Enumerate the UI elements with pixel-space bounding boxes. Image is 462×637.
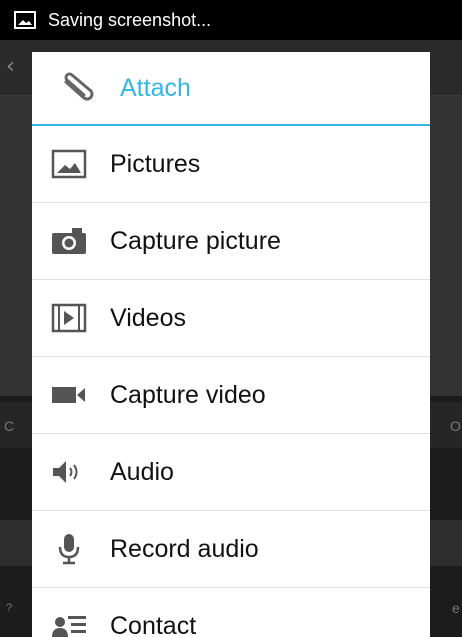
background-left-text: C [4,418,15,434]
dialog-header: Attach [32,52,430,126]
menu-item-label: Videos [110,303,186,332]
status-text: Saving screenshot... [48,9,212,30]
menu-item-audio[interactable]: Audio [32,434,430,511]
menu-item-label: Audio [110,457,174,486]
screenshot-icon [14,11,36,29]
microphone-icon [48,532,90,566]
background-right-text-2: e [452,600,460,616]
camera-icon [48,224,90,258]
menu-item-capture-picture[interactable]: Capture picture [32,203,430,280]
menu-item-label: Record audio [110,534,259,563]
background-left-text-2: ? [6,602,13,614]
status-bar: Saving screenshot... [0,0,462,40]
speaker-icon [48,455,90,489]
paperclip-icon [64,72,94,101]
dialog-title: Attach [120,73,191,102]
background-right-text: O [450,418,461,434]
menu-item-videos[interactable]: Videos [32,280,430,357]
back-chevron-icon: ‹ [6,54,15,79]
menu-item-label: Contact [110,611,197,637]
menu-item-label: Pictures [110,149,201,178]
menu-item-capture-video[interactable]: Capture video [32,357,430,434]
menu-item-label: Capture video [110,380,266,409]
video-camera-icon [48,378,90,412]
picture-icon [48,147,90,181]
menu-item-label: Capture picture [110,226,281,255]
contact-icon [48,609,90,637]
menu-item-contact[interactable]: Contact [32,588,430,637]
menu-item-record-audio[interactable]: Record audio [32,511,430,588]
video-icon [48,301,90,335]
attach-dialog: Attach Pictures Capture picture Videos C… [32,52,430,637]
menu-item-pictures[interactable]: Pictures [32,126,430,203]
